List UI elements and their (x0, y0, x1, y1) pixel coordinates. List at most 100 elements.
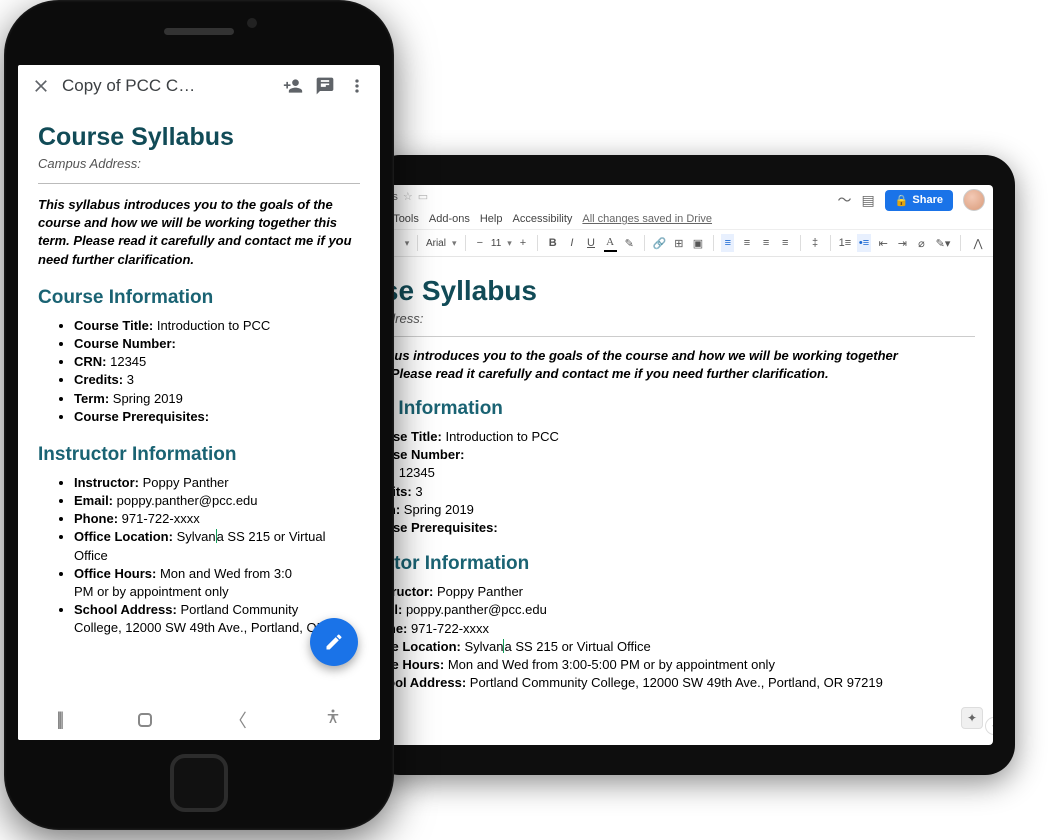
campus-address: Address: (372, 311, 975, 326)
highlight-button[interactable]: ✎ (623, 234, 636, 252)
indent-inc-button[interactable]: ⇥ (896, 234, 909, 252)
list-item: Office Hours: Mon and Wed from 3:0PM or … (74, 565, 360, 601)
line-spacing-button[interactable]: ‡ (809, 234, 822, 252)
list-item: mail: poppy.panther@pcc.edu (372, 601, 975, 619)
italic-button[interactable]: I (565, 234, 578, 252)
document-canvas-mobile[interactable]: Course Syllabus Campus Address: This syl… (18, 105, 380, 698)
bulleted-list-button[interactable]: •≡ (857, 234, 870, 252)
list-item: Instructor: Poppy Panther (74, 474, 360, 492)
indent-dec-button[interactable]: ⇤ (877, 234, 890, 252)
expand-button[interactable]: ⋀ (969, 234, 987, 252)
menu-addons[interactable]: Add-ons (429, 213, 470, 225)
list-item: hone: 971-722-xxxx (372, 620, 975, 638)
menu-tools[interactable]: Tools (393, 213, 419, 225)
font-select[interactable]: Arial (426, 234, 457, 252)
close-icon[interactable] (30, 75, 52, 97)
list-item: Course Title: Introduction to PCC (74, 317, 360, 335)
doc-title: rse Syllabus (372, 275, 975, 307)
align-right-button[interactable]: ≡ (760, 234, 773, 252)
docs-toolbar: mal text Arial − 11 + B I U A ✎ 🔗 ⊞ ▣ ≡ … (370, 230, 993, 257)
tablet-screen: abus ☆ ▭ 〜 ▤ 🔒 Share at Tools Add-ons He… (370, 185, 993, 745)
saved-status[interactable]: All changes saved in Drive (582, 213, 712, 225)
edit-fab[interactable] (310, 618, 358, 666)
doc-title: Course Syllabus (38, 123, 360, 152)
list-item: ourse Prerequisites: (372, 519, 975, 537)
list-item: Course Prerequisites: (74, 408, 360, 426)
activity-icon[interactable]: 〜 (837, 190, 851, 210)
phone-screen: Copy of PCC C… Course Syllabus Campus Ad… (18, 65, 380, 740)
list-item: ffice Hours: Mon and Wed from 3:00-5:00 … (372, 656, 975, 674)
document-canvas[interactable]: rse Syllabus Address: llabus introduces … (370, 257, 993, 739)
instructor-info-heading: uctor Information (372, 553, 975, 575)
align-left-button[interactable]: ≡ (721, 234, 734, 252)
separator (800, 235, 801, 251)
instructor-list: Instructor: Poppy Panther Email: poppy.p… (38, 474, 360, 638)
course-info-heading: se Information (372, 398, 975, 420)
list-item: Email: poppy.panther@pcc.edu (74, 492, 360, 510)
avatar[interactable] (963, 189, 985, 211)
text-color-button[interactable]: A (604, 234, 617, 252)
instructor-info-heading: Instructor Information (38, 444, 360, 466)
docs-title-bar: abus ☆ ▭ 〜 ▤ 🔒 Share (370, 185, 993, 211)
separator (417, 235, 418, 251)
course-info-heading: Course Information (38, 287, 360, 309)
comment-button[interactable]: ⊞ (672, 234, 685, 252)
phone-device: Copy of PCC C… Course Syllabus Campus Ad… (4, 0, 394, 830)
docs-menubar: at Tools Add-ons Help Accessibility All … (370, 211, 993, 230)
list-item: nstructor: Poppy Panther (372, 583, 975, 601)
explore-button[interactable]: ✦ (961, 707, 983, 729)
list-item: redits: 3 (372, 483, 975, 501)
menu-accessibility[interactable]: Accessibility (512, 213, 572, 225)
separator (830, 235, 831, 251)
separator (713, 235, 714, 251)
bold-button[interactable]: B (546, 234, 559, 252)
course-list: Course Title: Introduction to PCC Course… (38, 317, 360, 426)
align-justify-button[interactable]: ≡ (779, 234, 792, 252)
hr (38, 183, 360, 184)
phone-home-button[interactable] (170, 754, 228, 812)
separator (644, 235, 645, 251)
numbered-list-button[interactable]: 1≡ (838, 234, 851, 252)
comment-icon[interactable] (314, 75, 336, 97)
intro-text: llabus introduces you to the goals of th… (372, 347, 975, 382)
list-item: chool Address: Portland Community Colleg… (372, 674, 975, 692)
list-item: ourse Title: Introduction to PCC (372, 428, 975, 446)
menu-help[interactable]: Help (480, 213, 503, 225)
image-button[interactable]: ▣ (691, 234, 704, 252)
link-button[interactable]: 🔗 (653, 234, 667, 252)
lock-icon: 🔒 (895, 194, 909, 207)
star-icon[interactable]: ☆ (403, 190, 413, 203)
separator (465, 235, 466, 251)
doc-title-mobile[interactable]: Copy of PCC C… (62, 76, 272, 96)
campus-address: Campus Address: (38, 156, 360, 171)
font-size[interactable]: 11 (492, 234, 510, 252)
share-button[interactable]: 🔒 Share (885, 190, 953, 211)
person-add-icon[interactable] (282, 75, 304, 97)
list-item: Term: Spring 2019 (74, 390, 360, 408)
clear-format-button[interactable]: ⌀ (915, 234, 928, 252)
comment-history-icon[interactable]: ▤ (861, 192, 874, 209)
accessibility-button[interactable] (324, 708, 342, 731)
underline-button[interactable]: U (584, 234, 597, 252)
list-item: ffice Location: Sylvana SS 215 or Virtua… (372, 638, 975, 656)
back-button[interactable]: 〈 (229, 707, 247, 733)
folder-icon[interactable]: ▭ (418, 190, 428, 203)
list-item: Credits: 3 (74, 371, 360, 389)
font-size-inc[interactable]: + (516, 234, 529, 252)
recents-button[interactable]: ||| (56, 709, 61, 730)
editing-mode-button[interactable]: ✎▾ (934, 234, 952, 252)
home-button[interactable] (138, 713, 152, 727)
list-item: Office Location: Sylvana SS 215 or Virtu… (74, 528, 360, 564)
tablet-device: abus ☆ ▭ 〜 ▤ 🔒 Share at Tools Add-ons He… (370, 155, 1015, 775)
list-item: Course Number: (74, 335, 360, 353)
list-item: Phone: 971-722-xxxx (74, 510, 360, 528)
font-size-dec[interactable]: − (473, 234, 486, 252)
intro-text: This syllabus introduces you to the goal… (38, 196, 360, 269)
list-item: CRN: 12345 (74, 353, 360, 371)
more-vert-icon[interactable] (346, 75, 368, 97)
align-center-button[interactable]: ≡ (740, 234, 753, 252)
separator (537, 235, 538, 251)
share-label: Share (912, 194, 943, 206)
list-item: ourse Number: (372, 446, 975, 464)
hr (372, 336, 975, 337)
